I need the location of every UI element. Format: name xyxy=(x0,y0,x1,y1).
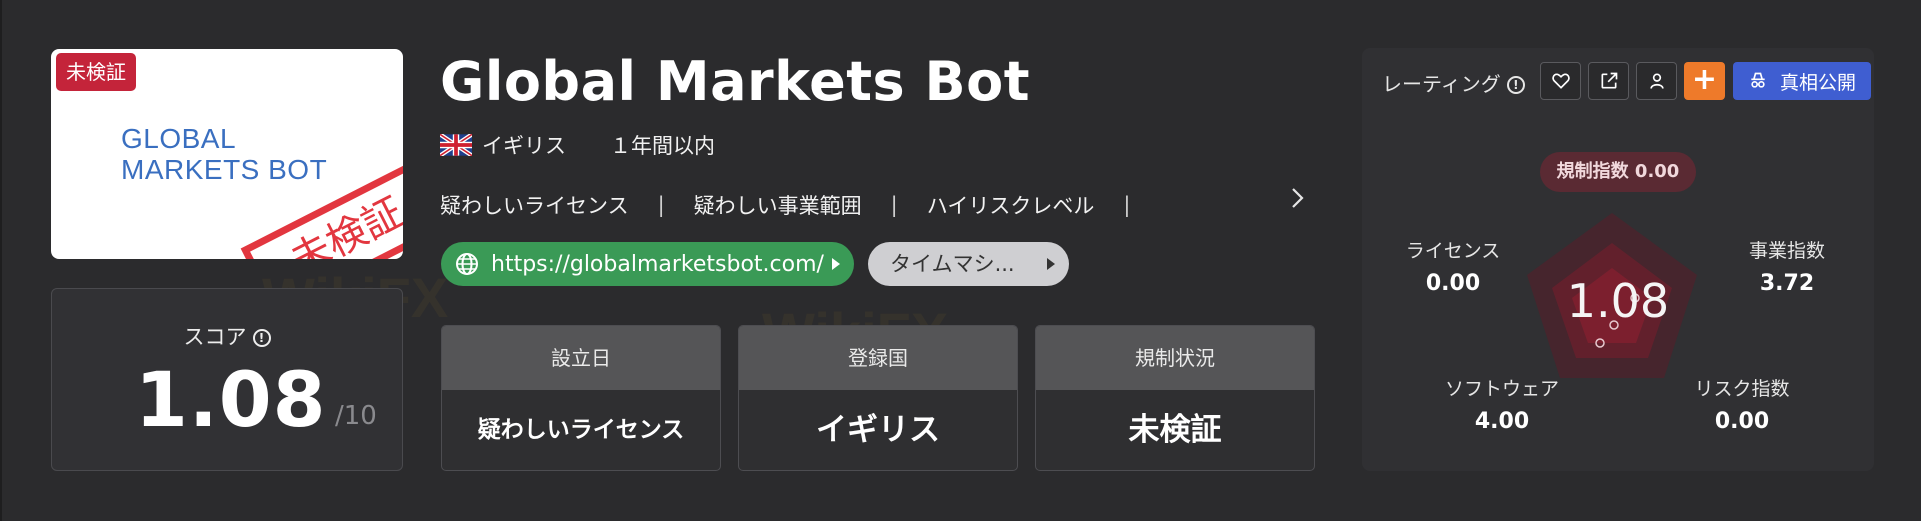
metric-label: ライセンス xyxy=(1405,240,1501,262)
user-icon xyxy=(1649,73,1664,89)
score-value: 1.08 xyxy=(135,355,327,444)
info-box-country: 登録国 イギリス xyxy=(738,325,1018,471)
broker-country: イギリス xyxy=(482,134,566,158)
metric-label: リスク指数 xyxy=(1694,378,1790,400)
logo-text-line1: GLOBAL xyxy=(121,123,237,154)
broker-meta-row: イギリス １年間以内 xyxy=(440,130,715,160)
rating-panel: レーティング! + 真相公開 規制指数 0.00 1.08 ライセンス 0.00… xyxy=(1362,48,1874,471)
info-icon[interactable]: ! xyxy=(252,329,271,347)
metric-business: 事業指数 3.72 xyxy=(1707,236,1867,296)
metric-label: 事業指数 xyxy=(1748,240,1825,262)
info-box-label: 設立日 xyxy=(442,326,720,390)
broker-age: １年間以内 xyxy=(610,134,715,158)
uk-flag-icon xyxy=(440,134,472,156)
time-machine-label: タイムマシ... xyxy=(890,252,1015,276)
risk-tags-row: 疑わしいライセンス | 疑わしい事業範囲 | ハイリスクレベル | xyxy=(440,190,1159,220)
tag-item[interactable]: ハイリスクレベル xyxy=(927,190,1095,220)
score-label-row: スコア! xyxy=(52,321,402,351)
metric-software: ソフトウェア 4.00 xyxy=(1422,374,1582,434)
profile-button[interactable] xyxy=(1636,62,1677,100)
info-box-value: イギリス xyxy=(816,412,940,448)
time-machine-button[interactable]: タイムマシ... xyxy=(868,242,1069,286)
tag-separator: | xyxy=(657,193,665,217)
share-button[interactable] xyxy=(1588,62,1629,100)
caret-right-icon xyxy=(1047,258,1055,270)
reveal-truth-label: 真相公開 xyxy=(1779,71,1856,94)
metric-value: 0.00 xyxy=(1714,409,1770,434)
broker-logo-card: 未検証 GLOBAL MARKETS BOT 未検証 xyxy=(51,49,403,259)
score-max: /10 xyxy=(335,401,377,431)
unverified-badge: 未検証 xyxy=(56,53,136,91)
info-box-founded: 設立日 疑わしいライセンス xyxy=(441,325,721,471)
tag-item[interactable]: 疑わしい事業範囲 xyxy=(694,190,862,220)
broker-header-page: WikiFX WikiFX WikiFX 未検証 GLOBAL MARKETS … xyxy=(0,0,1921,521)
caret-right-icon xyxy=(832,258,840,270)
chevron-right-icon[interactable] xyxy=(1290,186,1306,210)
tag-separator: | xyxy=(890,193,898,217)
website-url: https://globalmarketsbot.com/ xyxy=(491,251,824,277)
tag-separator: | xyxy=(1123,193,1131,217)
metric-value: 3.72 xyxy=(1759,271,1815,296)
info-icon[interactable]: ! xyxy=(1506,76,1525,94)
metric-label: ソフトウェア xyxy=(1444,378,1559,400)
logo-text-line2: MARKETS BOT xyxy=(121,154,328,185)
info-box-value: 未検証 xyxy=(1128,412,1222,448)
info-box-label: 登録国 xyxy=(739,326,1017,390)
globe-icon xyxy=(456,253,478,275)
favorite-button[interactable] xyxy=(1540,62,1581,100)
rating-label-row: レーティング! xyxy=(1382,68,1525,97)
metric-value: 0.00 xyxy=(1425,271,1481,296)
share-icon xyxy=(1601,72,1617,89)
tag-item[interactable]: 疑わしいライセンス xyxy=(440,190,629,220)
rating-label: レーティング xyxy=(1382,72,1501,96)
metric-risk: リスク指数 0.00 xyxy=(1662,374,1822,434)
info-box-label: 規制状況 xyxy=(1036,326,1314,390)
broker-logo-text: GLOBAL MARKETS BOT xyxy=(121,123,327,185)
regulation-index-badge: 規制指数 0.00 xyxy=(1540,152,1696,192)
website-link[interactable]: https://globalmarketsbot.com/ xyxy=(441,242,854,286)
heart-icon xyxy=(1551,73,1570,89)
detective-icon xyxy=(1751,72,1765,88)
score-card: スコア! 1.08 /10 xyxy=(51,288,403,471)
add-button[interactable]: + xyxy=(1684,62,1725,100)
metric-license: ライセンス 0.00 xyxy=(1373,236,1533,296)
info-box-regulation: 規制状況 未検証 xyxy=(1035,325,1315,471)
broker-name: Global Markets Bot xyxy=(440,50,1031,113)
reveal-truth-button[interactable]: 真相公開 xyxy=(1733,62,1871,100)
info-box-value: 疑わしいライセンス xyxy=(477,417,685,443)
score-label: スコア xyxy=(183,325,247,349)
metric-value: 4.00 xyxy=(1474,409,1530,434)
